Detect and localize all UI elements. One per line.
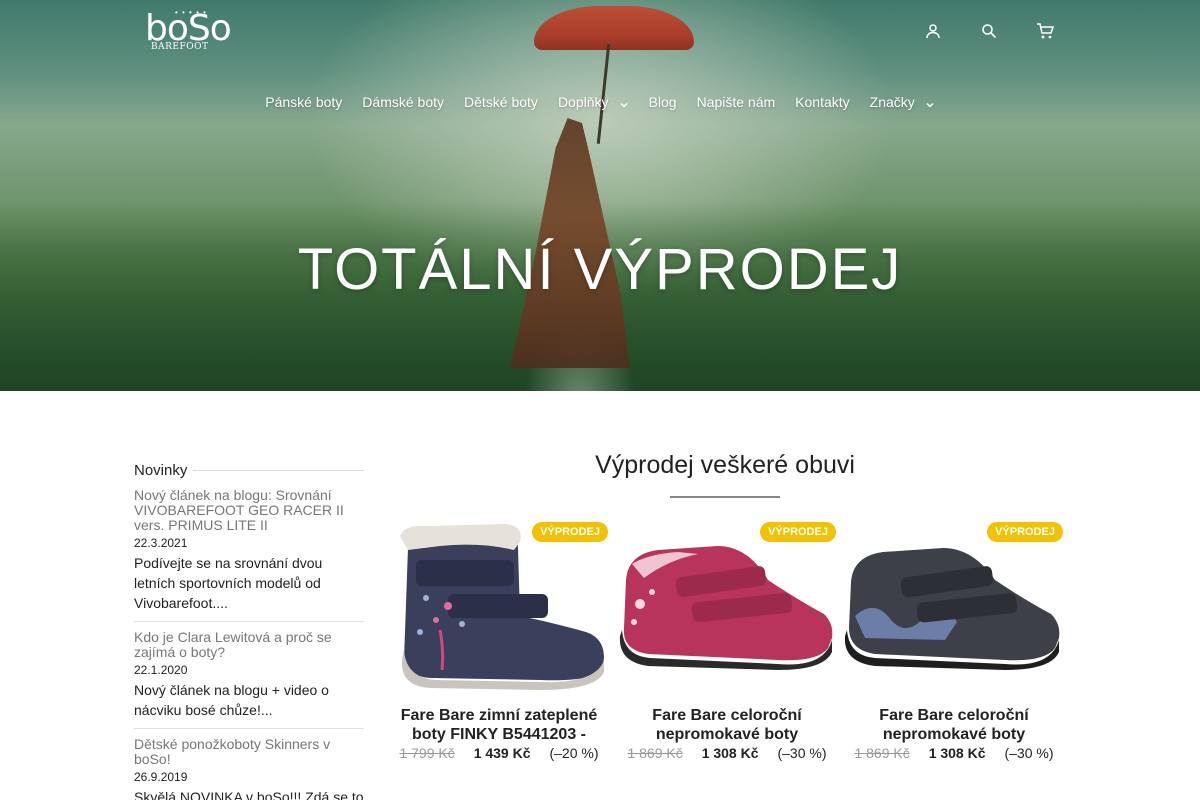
- sale-price: 1 308 Kč: [928, 745, 986, 761]
- product-name[interactable]: Fare Bare celoroční nepromokavé boty: [618, 706, 836, 744]
- search-icon[interactable]: [978, 18, 1000, 44]
- news-list: Nový článek na blogu: Srovnání VIVOBAREF…: [134, 488, 364, 800]
- hero-overlay: [0, 0, 1200, 391]
- nav-label: Napište nám: [696, 94, 776, 110]
- logo-subtitle: BAREFOOT: [151, 42, 209, 52]
- product-price-row: 1 869 Kč 1 308 Kč (–30 %): [618, 745, 836, 761]
- nav-item-napiste-nam[interactable]: Napište nám: [687, 90, 786, 114]
- news-item: Dětské ponožkoboty Skinners v boSo! 26.9…: [134, 737, 364, 800]
- news-date: 22.1.2020: [134, 663, 188, 677]
- sidebar-title: Novinky: [134, 461, 188, 479]
- old-price: 1 869 Kč: [854, 745, 910, 761]
- sidebar-heading: Novinky: [134, 460, 364, 480]
- site-logo[interactable]: • • • • • boSo BAREFOOT: [145, 6, 245, 58]
- nav-label: Pánské boty: [265, 94, 343, 110]
- nav-item-kontakty[interactable]: Kontakty: [785, 90, 859, 114]
- news-date: 22.3.2021: [134, 536, 188, 550]
- chevron-down-icon[interactable]: [925, 97, 935, 108]
- discount: (–30 %): [777, 745, 827, 761]
- product-price-row: 1 799 Kč 1 439 Kč (–20 %): [390, 745, 608, 761]
- sale-badge: VÝPRODEJ: [760, 522, 836, 542]
- news-title-link[interactable]: Kdo je Clara Lewitová a proč se zajímá o…: [134, 630, 364, 660]
- hero-banner: • • • • • boSo BAREFOOT Pánské boty Dáms…: [0, 0, 1200, 391]
- product-card[interactable]: VÝPRODEJ Fare Bare celoroční nepromokavé…: [844, 520, 1063, 800]
- news-excerpt: Nový článek na blogu + video o nácviku b…: [134, 682, 329, 718]
- discount: (–20 %): [549, 745, 599, 761]
- nav-item-detske-boty[interactable]: Dětské boty: [454, 90, 548, 114]
- news-title-link[interactable]: Dětské ponožkoboty Skinners v boSo!: [134, 737, 364, 767]
- section-divider: [670, 496, 780, 498]
- sale-badge: VÝPRODEJ: [987, 522, 1063, 542]
- news-title-link[interactable]: Nový článek na blogu: Srovnání VIVOBAREF…: [134, 488, 364, 533]
- nav-label: Blog: [648, 94, 677, 110]
- news-date: 26.9.2019: [134, 770, 188, 784]
- old-price: 1 799 Kč: [399, 745, 455, 761]
- product-name[interactable]: Fare Bare zimní zateplené boty FINKY B54…: [390, 706, 608, 744]
- news-item: Kdo je Clara Lewitová a proč se zajímá o…: [134, 630, 364, 729]
- product-image[interactable]: VÝPRODEJ: [844, 520, 1063, 690]
- news-excerpt: Skvělá NOVINKA v boSo!!! Zdá se to: [134, 789, 364, 800]
- main-navigation: Pánské boty Dámské boty Dětské boty Dopl…: [0, 90, 1200, 114]
- nav-label: Doplňky: [557, 94, 609, 110]
- product-card[interactable]: VÝPRODEJ Fare Bare zimní zateplené boty …: [390, 520, 608, 800]
- nav-label: Dětské boty: [464, 94, 538, 110]
- nav-label: Kontakty: [795, 94, 850, 110]
- product-name[interactable]: Fare Bare celoroční nepromokavé boty: [845, 706, 1063, 744]
- cart-icon[interactable]: [1034, 18, 1056, 44]
- product-image[interactable]: VÝPRODEJ: [618, 520, 836, 690]
- nav-item-blog[interactable]: Blog: [639, 90, 687, 114]
- user-icon[interactable]: [922, 18, 944, 44]
- sale-price: 1 439 Kč: [473, 745, 531, 761]
- sidebar-news: Novinky Nový článek na blogu: Srovnání V…: [134, 460, 364, 800]
- nav-item-doplnky[interactable]: Doplňky: [548, 90, 639, 114]
- divider: [193, 469, 364, 471]
- product-price-row: 1 869 Kč 1 308 Kč (–30 %): [845, 745, 1063, 761]
- hero-title: TOTÁLNÍ VÝPRODEJ: [297, 237, 903, 302]
- old-price: 1 869 Kč: [627, 745, 683, 761]
- discount: (–30 %): [1004, 745, 1054, 761]
- news-excerpt: Podívejte se na srovnání dvou letních sp…: [134, 555, 323, 611]
- nav-item-panske-boty[interactable]: Pánské boty: [255, 90, 352, 114]
- product-image[interactable]: VÝPRODEJ: [390, 520, 608, 690]
- sale-badge: VÝPRODEJ: [532, 522, 608, 542]
- nav-label: Značky: [869, 94, 915, 110]
- section-title: Výprodej veškeré obuvi: [595, 451, 855, 479]
- chevron-down-icon[interactable]: [619, 97, 629, 108]
- nav-label: Dámské boty: [362, 94, 444, 110]
- product-card[interactable]: VÝPRODEJ Fare Bare celoroční nepromokavé…: [618, 520, 836, 800]
- nav-item-damske-boty[interactable]: Dámské boty: [352, 90, 454, 114]
- nav-item-znacky[interactable]: Značky: [860, 90, 945, 114]
- news-item: Nový článek na blogu: Srovnání VIVOBAREF…: [134, 488, 364, 622]
- sale-price: 1 308 Kč: [701, 745, 759, 761]
